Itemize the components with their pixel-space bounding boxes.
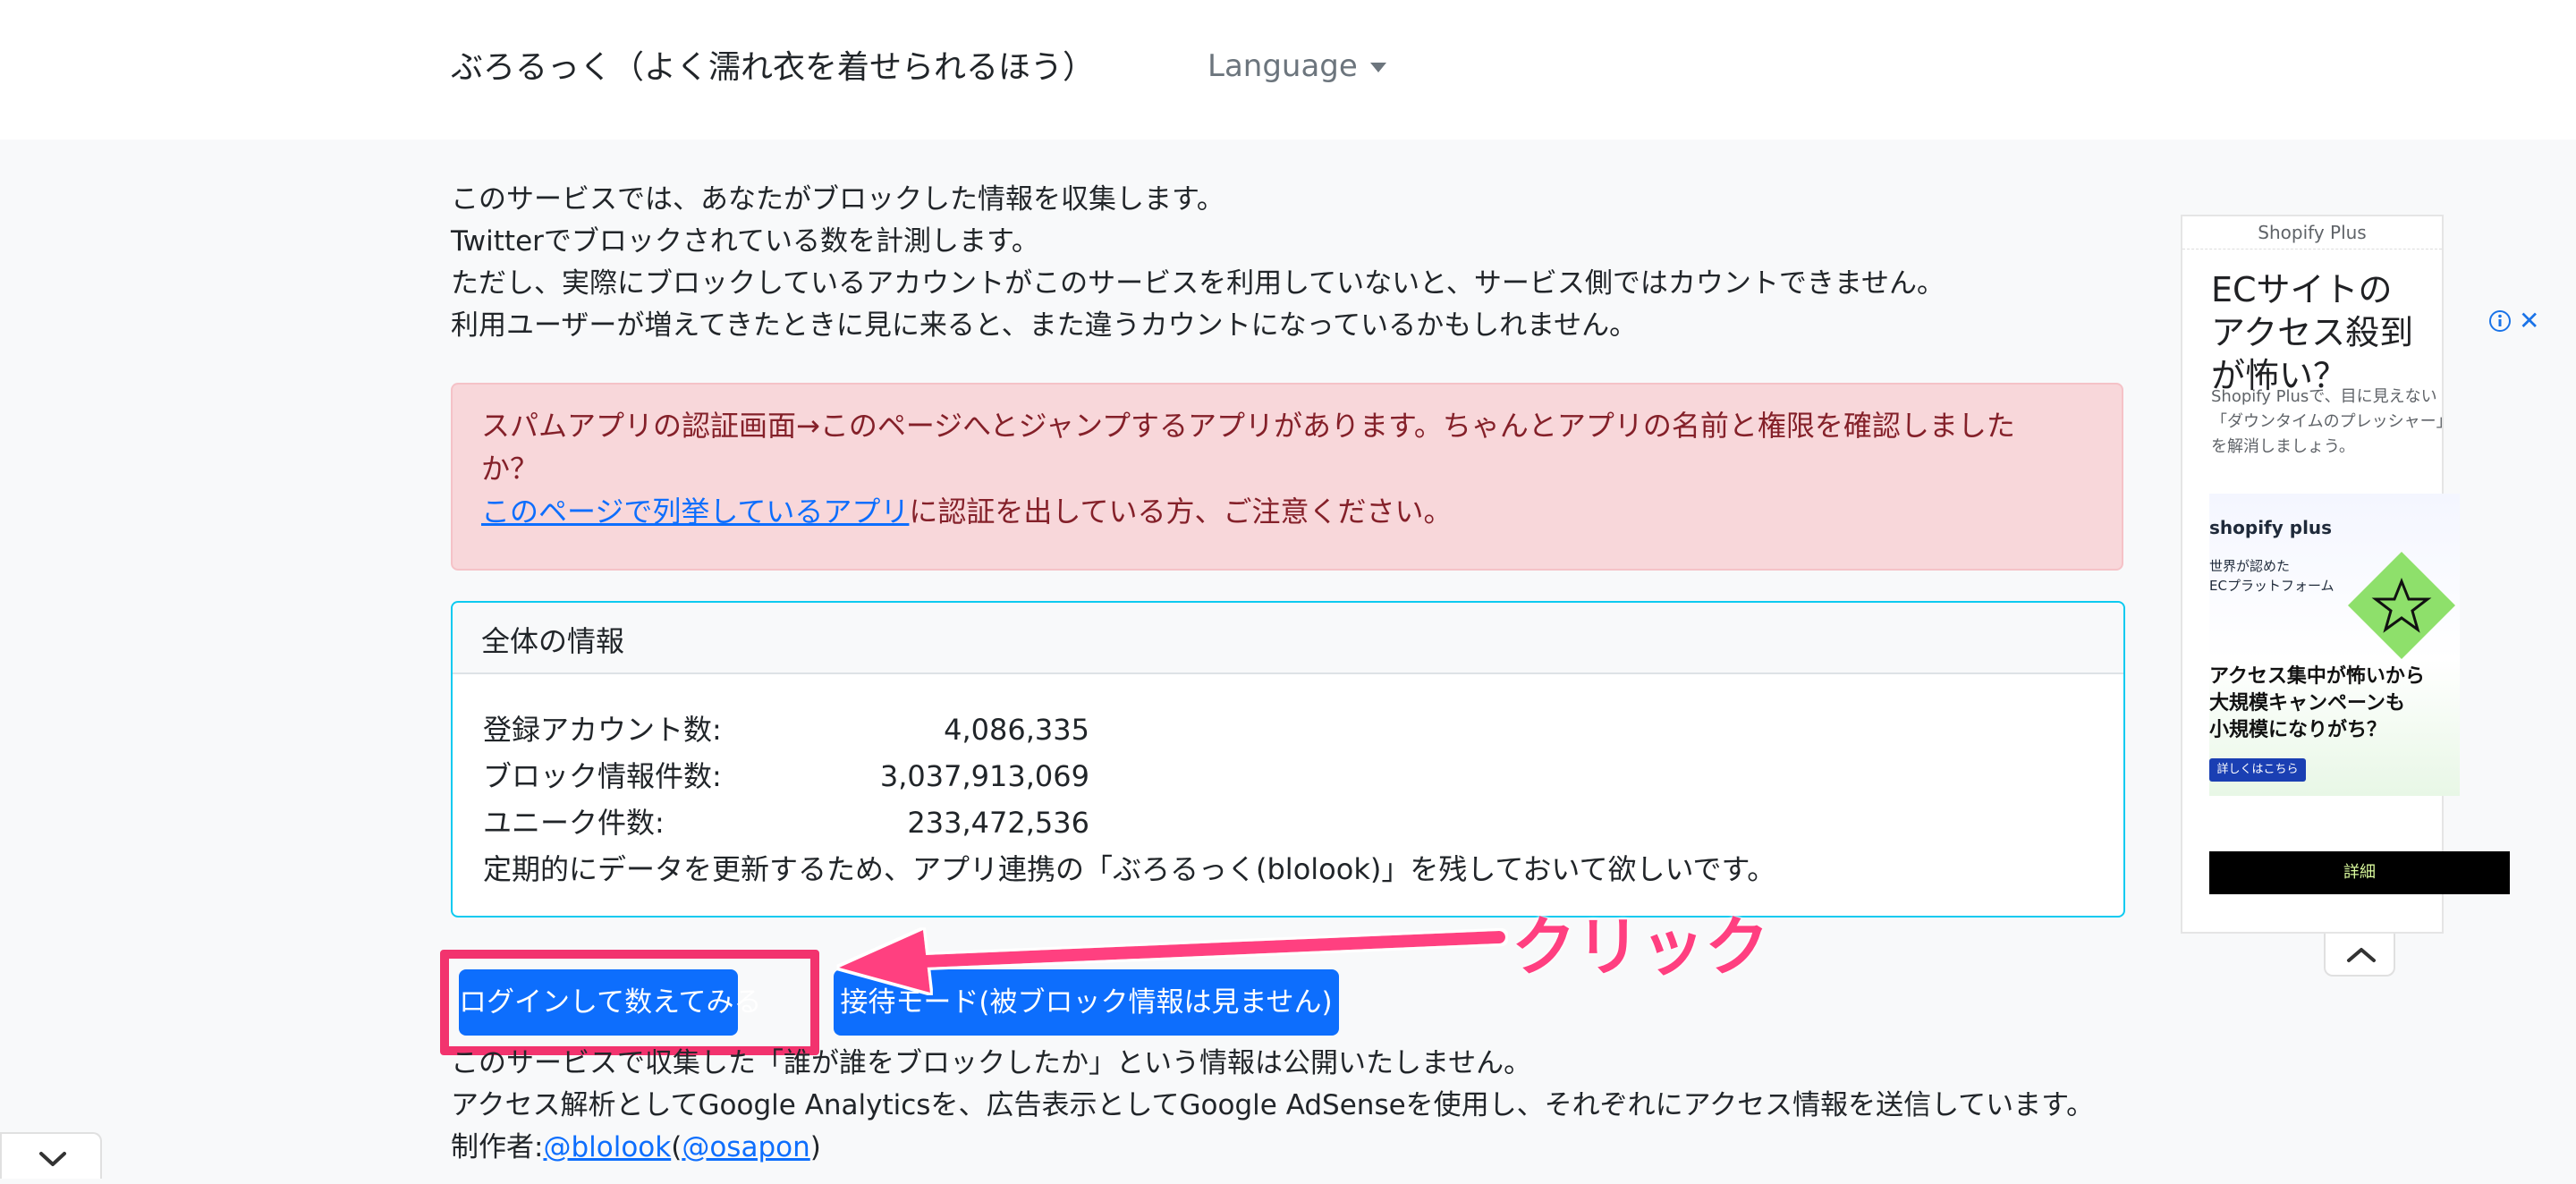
stat-value: 233,472,536 — [907, 806, 1089, 840]
bottom-ad-toggle[interactable] — [0, 1132, 102, 1179]
ad-banner-sub: 世界が認めた ECプラットフォーム — [2209, 556, 2334, 596]
login-button[interactable]: ログインして数えてみる — [459, 969, 762, 1036]
intro-line: ただし、実際にブロックしているアカウントがこのサービスを利用していないと、サービ… — [451, 267, 1945, 300]
stat-label: ブロック情報件数: — [483, 759, 722, 793]
intro-line: このサービスでは、あなたがブロックした情報を収集します。 — [451, 183, 1224, 216]
author-line: 制作者:@blolook(@osapon) — [451, 1127, 2094, 1169]
footer-text: このサービスで収集した「誰が誰をブロックしたか」という情報は公開いたしません。 … — [451, 1043, 2094, 1169]
ad-banner-headline-line: アクセス集中が怖いから — [2209, 665, 2425, 688]
ad-banner-headline-line: 大規模キャンペーンも — [2209, 692, 2405, 715]
guest-mode-button[interactable]: 接待モード(被ブロック情報は見ません) — [834, 969, 1339, 1036]
open-paren: ( — [671, 1131, 682, 1163]
stat-value: 4,086,335 — [944, 713, 1089, 747]
ad-cta-button[interactable]: 詳細 — [2209, 851, 2510, 894]
intro-text: このサービスでは、あなたがブロックした情報を収集します。 Twitterでブロッ… — [451, 179, 2125, 347]
chevron-down-icon — [39, 1152, 66, 1166]
site-brand[interactable]: ぶろるっく（よく濡れ衣を着せられるほう） — [451, 41, 1095, 88]
ad-banner-sub-line: ECプラットフォーム — [2209, 578, 2334, 594]
stats-card-body: 登録アカウント数: 4,086,335 ブロック情報件数: 3,037,913,… — [453, 674, 2123, 892]
ad-label: Shopify Plus — [2182, 216, 2442, 249]
stats-note: 定期的にデータを更新するため、アプリ連携の「ぶろるっく(blolook)」を残し… — [483, 852, 1776, 886]
ad-description: Shopify Plusで、目に見えない「ダウンタイムのプレッシャー」を解消しま… — [2211, 387, 2453, 456]
author-label: 制作者: — [451, 1131, 544, 1163]
stat-row: 登録アカウント数: 4,086,335 — [483, 706, 2093, 753]
stats-card: 全体の情報 登録アカウント数: 4,086,335 ブロック情報件数: 3,03… — [451, 601, 2125, 918]
ad-banner-sub-line: 世界が認めた — [2209, 558, 2291, 574]
main-content: このサービスでは、あなたがブロックした情報を収集します。 Twitterでブロッ… — [440, 179, 2125, 1163]
language-dropdown[interactable]: Language — [1208, 48, 1386, 84]
author-link-osapon[interactable]: @osapon — [682, 1131, 809, 1163]
footer-line: アクセス解析としてGoogle Analyticsを、広告表示としてGoogle… — [451, 1089, 2095, 1121]
ad-banner-image[interactable]: shopify plus 世界が認めた ECプラットフォーム アクセス集中が怖い… — [2209, 494, 2460, 796]
stat-label: ユニーク件数: — [483, 806, 665, 840]
navbar: ぶろるっく（よく濡れ衣を着せられるほう） Language — [0, 0, 2576, 140]
language-label: Language — [1208, 48, 1358, 84]
click-annotation: クリック — [1512, 909, 1770, 985]
stat-label: 登録アカウント数: — [483, 713, 722, 747]
alert-line: か？ — [481, 452, 539, 486]
alert-line-text: に認証を出している方、ご注意ください。 — [909, 495, 1453, 529]
sidebar-ad[interactable]: Shopify Plus ECサイトのアクセス殺到が怖い？ ✕ Shopify … — [2181, 215, 2539, 934]
ad-banner-button[interactable]: 詳しくはこちら — [2209, 758, 2306, 782]
close-paren: ) — [809, 1131, 821, 1163]
intro-line: 利用ユーザーが増えてきたときに見に来ると、また違うカウントになっているかもしれま… — [451, 309, 1638, 342]
stat-row: ユニーク件数: 233,472,536 — [483, 799, 2093, 846]
stat-value: 3,037,913,069 — [879, 759, 1089, 793]
ad-close-icon[interactable]: ✕ — [2519, 309, 2539, 334]
ad-collapse-toggle[interactable] — [2324, 934, 2395, 977]
stat-row: ブロック情報件数: 3,037,913,069 — [483, 753, 2093, 799]
spam-warning-alert: スパムアプリの認証画面→このページへとジャンプするアプリがあります。ちゃんとアプ… — [451, 383, 2123, 571]
alert-line: スパムアプリの認証画面→このページへとジャンプするアプリがあります。ちゃんとアプ… — [481, 409, 2015, 443]
footer-line: このサービスで収集した「誰が誰をブロックしたか」という情報は公開いたしません。 — [451, 1047, 1532, 1079]
ad-info-icon[interactable] — [2488, 309, 2512, 333]
star-icon — [2348, 552, 2455, 659]
intro-line: Twitterでブロックされている数を計測します。 — [451, 225, 1039, 258]
ad-banner-headline: アクセス集中が怖いから 大規模キャンペーンも 小規模になりがち？ — [2209, 664, 2425, 744]
ad-title[interactable]: ECサイトのアクセス殺到が怖い？ — [2211, 268, 2417, 397]
spam-app-list-link[interactable]: このページで列挙しているアプリ — [481, 495, 909, 529]
author-link-blolook[interactable]: @blolook — [543, 1131, 671, 1163]
ad-banner-logo: shopify plus — [2209, 517, 2333, 538]
alert-line: このページで列挙しているアプリに認証を出している方、ご注意ください。 — [481, 490, 2093, 533]
ad-banner-headline-line: 小規模になりがち？ — [2209, 719, 2387, 741]
caret-down-icon — [1369, 63, 1386, 72]
chevron-up-icon — [2347, 948, 2376, 962]
stats-card-header: 全体の情報 — [453, 603, 2123, 674]
